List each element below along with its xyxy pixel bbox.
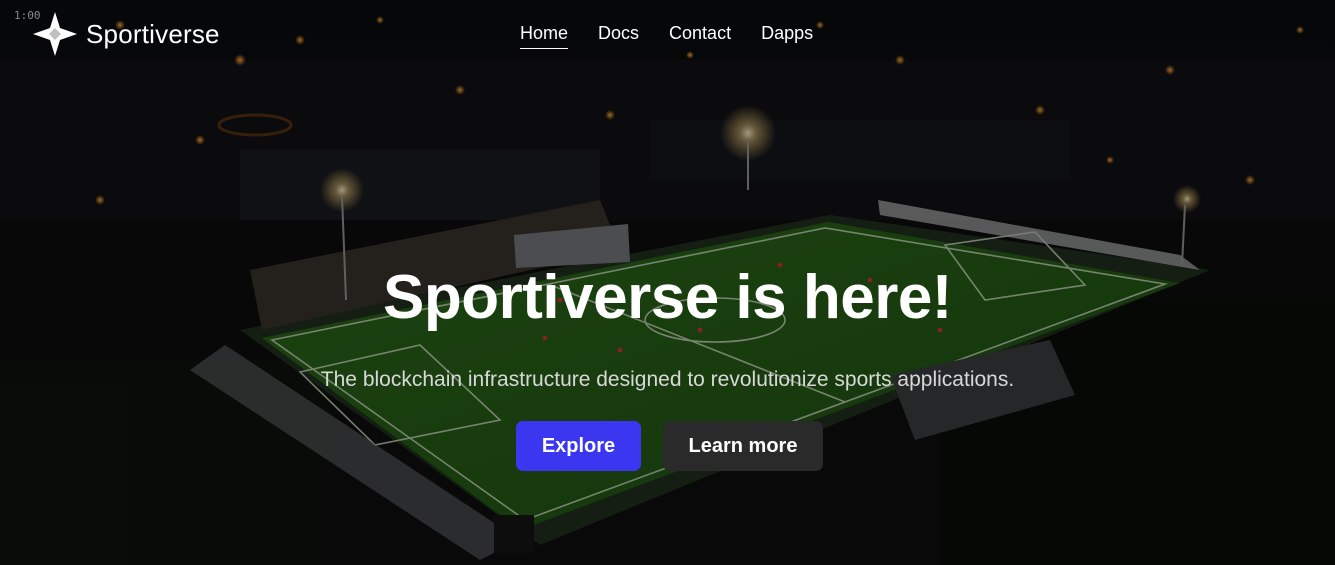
nav-item-dapps[interactable]: Dapps bbox=[761, 23, 813, 49]
hero-title: Sportiverse is here! bbox=[383, 263, 952, 332]
hero-actions: Explore Learn more bbox=[516, 421, 823, 471]
nav-item-docs[interactable]: Docs bbox=[598, 23, 639, 49]
nav-item-contact[interactable]: Contact bbox=[669, 23, 731, 49]
main-nav: Home Docs Contact Dapps bbox=[520, 23, 813, 49]
brand-name: Sportiverse bbox=[86, 18, 220, 49]
hero-subtitle: The blockchain infrastructure designed t… bbox=[320, 368, 1015, 391]
learn-more-button[interactable]: Learn more bbox=[663, 421, 823, 471]
brand-logo[interactable]: Sportiverse bbox=[30, 10, 220, 58]
explore-button[interactable]: Explore bbox=[516, 421, 641, 471]
four-point-star-icon bbox=[33, 12, 77, 56]
nav-item-home[interactable]: Home bbox=[520, 23, 569, 49]
